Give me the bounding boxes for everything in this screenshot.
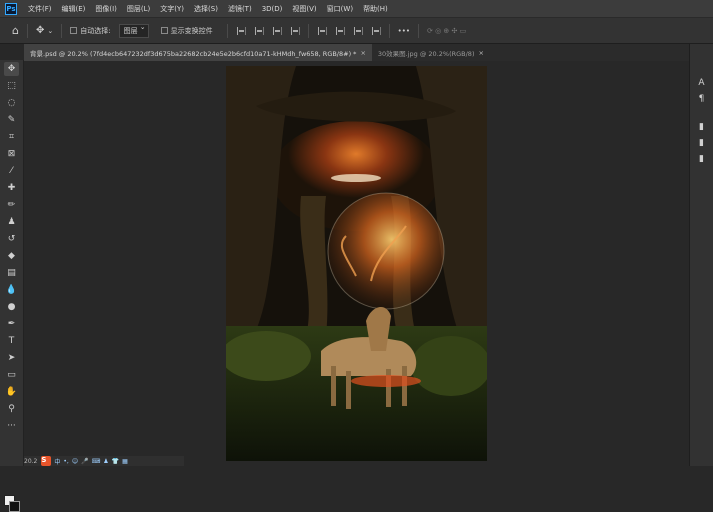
paragraph-panel-icon[interactable]: ¶ (695, 94, 708, 104)
crop-tool-icon[interactable]: ⌗ (4, 130, 19, 144)
microphone-icon[interactable]: 🎤 (81, 458, 88, 465)
eyedropper-tool-icon[interactable]: ⁄ (4, 164, 19, 178)
distribute-vertical-icon[interactable] (371, 26, 381, 35)
divider (26, 23, 28, 38)
lasso-tool-icon[interactable]: ◌ (4, 96, 19, 110)
distribute-icon[interactable] (290, 26, 300, 35)
menu-layer[interactable]: 图层(L) (127, 4, 150, 14)
zoom-tool-icon[interactable]: ⚲ (4, 402, 19, 416)
show-transform-label: 显示变换控件 (170, 26, 213, 35)
menu-select[interactable]: 选择(S) (194, 4, 218, 14)
tab-label: 30效果图.jpg @ 20.2%(RGB/8) (377, 49, 475, 58)
tools-panel: ✥ ⬚ ◌ ✎ ⌗ ⊠ ⁄ ✚ ✏ ♟ ↺ ◆ ▤ 💧 ● ✒ T ➤ ▭ ✋ … (0, 60, 24, 512)
panel-tab-icon[interactable]: ▮ (695, 122, 708, 132)
menu-edit[interactable]: 编辑(E) (62, 4, 86, 14)
document-image[interactable] (226, 66, 487, 461)
divider (307, 23, 309, 38)
align-top-icon[interactable] (317, 26, 327, 35)
home-icon[interactable]: ⌂ (12, 24, 19, 37)
align-center-icon[interactable] (254, 26, 264, 35)
checkbox-box[interactable] (160, 27, 168, 34)
divider (388, 23, 390, 38)
clone-stamp-tool-icon[interactable]: ♟ (4, 215, 19, 229)
options-bar: ⌂ ✥ ⌄ 自动选择: 图层 显示变换控件 ••• ⟳ ◎ ⊕ ✣ ▭ (0, 17, 713, 44)
skin-icon[interactable]: 👕 (112, 458, 119, 465)
document-tabs: 背景.psd @ 20.2% (7fd4ecb647232df3d675ba22… (24, 44, 689, 61)
menu-bar: Ps 文件(F) 编辑(E) 图像(I) 图层(L) 文字(Y) 选择(S) 滤… (0, 0, 713, 17)
panel-tab-icon[interactable]: ▮ (695, 154, 708, 164)
right-panel-strip: A ¶ ▮ ▮ ▮ (689, 44, 713, 466)
align-right-icon[interactable] (272, 26, 282, 35)
menu-filter[interactable]: 滤镜(T) (228, 4, 252, 14)
frame-tool-icon[interactable]: ⊠ (4, 147, 19, 161)
hand-tool-icon[interactable]: ✋ (4, 385, 19, 399)
move-tool-icon[interactable]: ✥ (36, 25, 44, 36)
toolbox-icon[interactable]: ▦ (122, 458, 128, 465)
close-icon[interactable]: × (360, 49, 365, 57)
character-panel-icon[interactable]: A (695, 78, 708, 88)
move-tool-icon[interactable]: ✥ (4, 62, 19, 76)
tab-label: 背景.psd @ 20.2% (7fd4ecb647232df3d675ba22… (30, 49, 357, 58)
tab-background-psd[interactable]: 背景.psd @ 20.2% (7fd4ecb647232df3d675ba22… (24, 44, 372, 61)
align-left-icon[interactable] (236, 26, 246, 35)
photoshop-logo[interactable]: Ps (5, 2, 17, 15)
background-color-swatch[interactable] (9, 501, 20, 512)
auto-select-dropdown[interactable]: 图层 (118, 23, 149, 38)
menu-file[interactable]: 文件(F) (28, 4, 52, 14)
fantasy-deer-artwork (226, 66, 487, 461)
status-bar: 20.2 S 中 •, ☺ 🎤 ⌨ ♟ 👕 ▦ (24, 456, 184, 466)
marquee-tool-icon[interactable]: ⬚ (4, 79, 19, 93)
rectangle-tool-icon[interactable]: ▭ (4, 368, 19, 382)
pen-tool-icon[interactable]: ✒ (4, 317, 19, 331)
align-middle-icon[interactable] (335, 26, 345, 35)
show-transform-checkbox[interactable]: 显示变换控件 (160, 26, 213, 36)
chevron-down-icon[interactable]: ⌄ (47, 27, 53, 35)
auto-select-checkbox[interactable]: 自动选择: (70, 26, 111, 36)
tab-effect-jpg[interactable]: 30效果图.jpg @ 20.2%(RGB/8) × (372, 44, 490, 61)
menu-image[interactable]: 图像(I) (95, 4, 117, 14)
divider (226, 23, 228, 38)
brush-tool-icon[interactable]: ✏ (4, 198, 19, 212)
keyboard-icon[interactable]: ⌨ (92, 458, 101, 465)
checkbox-box[interactable] (70, 27, 78, 34)
blur-tool-icon[interactable]: 💧 (4, 283, 19, 297)
user-icon[interactable]: ♟ (103, 458, 108, 465)
more-options-icon[interactable]: ••• (398, 27, 410, 35)
edit-toolbar-icon[interactable]: ··· (4, 419, 19, 433)
canvas-area[interactable] (24, 61, 688, 466)
type-tool-icon[interactable]: T (4, 334, 19, 348)
language-icon[interactable]: 中 (54, 457, 60, 466)
menu-3d[interactable]: 3D(D) (262, 5, 283, 13)
menu-view[interactable]: 视图(V) (292, 4, 316, 14)
punctuation-icon[interactable]: •, (63, 458, 68, 465)
history-brush-tool-icon[interactable]: ↺ (4, 232, 19, 246)
ime-toolbar: S 中 •, ☺ 🎤 ⌨ ♟ 👕 ▦ (41, 456, 128, 466)
dodge-tool-icon[interactable]: ● (4, 300, 19, 314)
panel-tab-icon[interactable]: ▮ (695, 138, 708, 148)
menu-type[interactable]: 文字(Y) (160, 4, 184, 14)
sogou-input-icon[interactable]: S (41, 456, 52, 466)
auto-select-label: 自动选择: (80, 26, 111, 35)
gradient-tool-icon[interactable]: ▤ (4, 266, 19, 280)
3d-mode-icon[interactable]: ⟳ ◎ ⊕ ✣ ▭ (427, 27, 466, 35)
divider (418, 23, 419, 38)
eraser-tool-icon[interactable]: ◆ (4, 249, 19, 263)
menu-help[interactable]: 帮助(H) (363, 4, 388, 14)
quick-select-tool-icon[interactable]: ✎ (4, 113, 19, 127)
divider (61, 23, 63, 38)
path-select-tool-icon[interactable]: ➤ (4, 351, 19, 365)
emoji-icon[interactable]: ☺ (72, 458, 78, 465)
menu-window[interactable]: 窗口(W) (327, 4, 353, 14)
zoom-level[interactable]: 20.2 (24, 458, 37, 465)
align-bottom-icon[interactable] (353, 26, 363, 35)
close-icon[interactable]: × (478, 49, 483, 57)
healing-brush-tool-icon[interactable]: ✚ (4, 181, 19, 195)
